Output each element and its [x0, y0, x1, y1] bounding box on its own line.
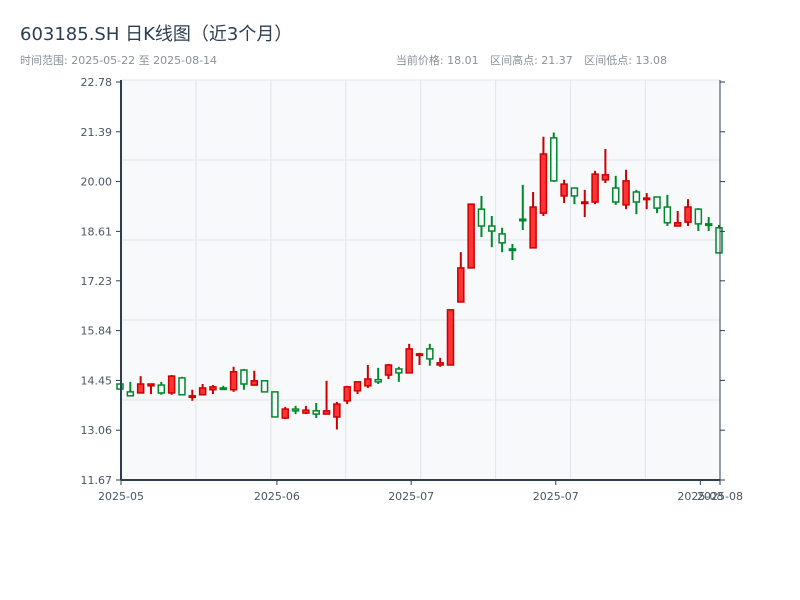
y-tick-label: 13.06: [81, 424, 113, 437]
candle-body: [405, 348, 413, 374]
candle-body: [529, 206, 537, 249]
x-tick-label: 2025-07: [388, 490, 434, 503]
candle-body: [684, 206, 692, 223]
y-tick-label: 18.61: [81, 225, 113, 238]
candle: [405, 343, 413, 374]
x-tick-label: 2025-08: [697, 490, 743, 503]
candle-body: [147, 383, 155, 387]
candle-body: [260, 380, 269, 393]
candle: [343, 385, 351, 405]
candle-body: [601, 174, 610, 181]
candle: [260, 380, 269, 393]
y-tick-label: 15.84: [81, 325, 113, 338]
candle-body: [622, 180, 630, 206]
y-tick-label: 17.23: [81, 275, 113, 288]
candle-body: [302, 409, 310, 414]
candle-body: [591, 173, 599, 203]
candle-body: [704, 223, 713, 227]
candle: [167, 375, 176, 395]
candle-body: [250, 380, 259, 386]
candle-body: [271, 391, 279, 418]
candle: [178, 376, 186, 396]
candle: [550, 132, 558, 182]
candle-body: [488, 225, 496, 232]
candle-body: [219, 387, 228, 391]
candle-body: [178, 377, 186, 396]
candle-body: [167, 375, 176, 394]
candle-body: [415, 353, 424, 357]
candle-body: [364, 378, 372, 387]
candle-body: [384, 364, 393, 376]
candle-body: [229, 371, 238, 391]
x-tick-label: 2025-07: [533, 490, 579, 503]
candle-body: [477, 208, 486, 227]
candle-body: [632, 191, 641, 203]
candle-body: [136, 383, 145, 394]
candle-body: [157, 384, 166, 394]
candle: [467, 203, 475, 269]
candle-body: [126, 391, 135, 397]
candle-body: [426, 348, 434, 360]
candle-body: [580, 201, 589, 205]
candle: [591, 170, 599, 205]
x-tick-label: 2025-05: [98, 490, 144, 503]
candle-body: [653, 196, 661, 209]
candle-body: [291, 408, 300, 412]
candle-body: [457, 267, 465, 303]
candle: [446, 309, 455, 366]
candle: [281, 406, 289, 420]
candle-body: [333, 403, 341, 418]
candle-body: [343, 386, 351, 402]
candle-body: [663, 206, 672, 224]
candle: [271, 391, 279, 418]
candle-body: [446, 309, 455, 366]
candle-body: [611, 187, 620, 203]
candle-body: [209, 386, 217, 391]
candle-body: [467, 203, 475, 269]
candle-body: [560, 183, 568, 197]
candle-body: [550, 137, 558, 182]
y-tick-label: 21.39: [81, 126, 113, 139]
candle-body: [508, 248, 517, 252]
candle-body: [240, 369, 248, 385]
candlestick-chart: 11.67 13.06 14.45 15.84 17.23 18.61 20.00 21.39…: [81, 76, 743, 503]
candle-body: [395, 368, 403, 374]
candle-body: [498, 233, 506, 244]
y-tick-label: 22.78: [81, 76, 113, 89]
candle-body: [519, 218, 527, 222]
candle-body: [570, 187, 579, 197]
y-tick-label: 20.00: [81, 176, 113, 189]
y-tick-label: 14.45: [81, 374, 113, 387]
candle-body: [281, 408, 289, 419]
y-tick-label: 11.67: [81, 474, 113, 487]
candle-body: [322, 410, 331, 415]
candle-body: [436, 362, 444, 366]
candle-body: [374, 378, 382, 383]
candle-body: [312, 410, 320, 415]
candle-body: [642, 197, 651, 201]
candle-body: [198, 387, 207, 396]
candle-body: [188, 395, 197, 399]
candle: [715, 224, 723, 254]
candle-body: [353, 381, 362, 392]
candle-body: [673, 222, 682, 227]
x-tick-label: 2025-06: [254, 490, 300, 503]
candle-body: [694, 208, 703, 225]
candle-body: [539, 153, 548, 214]
